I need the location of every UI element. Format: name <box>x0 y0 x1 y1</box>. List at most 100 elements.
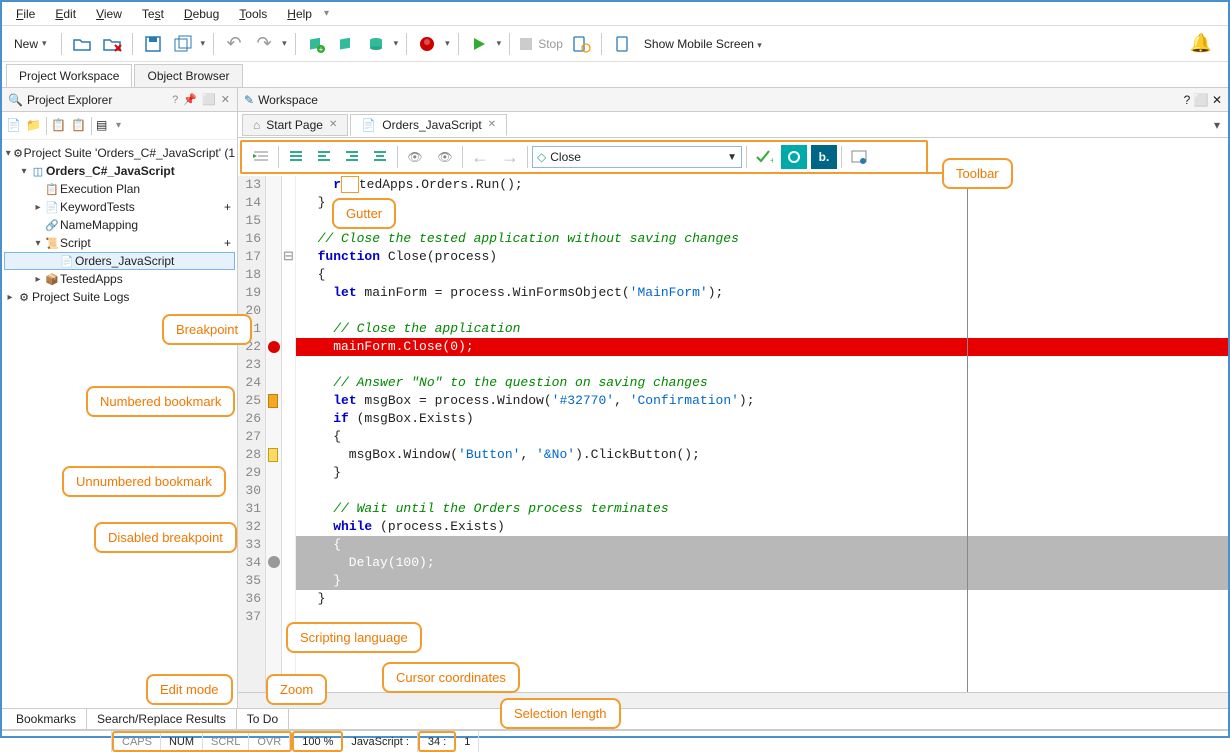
tab-start-page[interactable]: ⌂Start Page✕ <box>242 114 348 136</box>
undo-icon[interactable]: ↶ <box>222 32 246 56</box>
status-coord: 34 : <box>418 731 456 752</box>
nav-back-icon[interactable]: ← <box>467 145 493 169</box>
play-icon[interactable] <box>467 32 491 56</box>
close-folder-icon[interactable] <box>100 32 124 56</box>
tree-suite[interactable]: ▾⚙Project Suite 'Orders_C#_JavaScript' (… <box>4 144 235 162</box>
redo-icon[interactable]: ↷ <box>252 32 276 56</box>
tree-scriptfile[interactable]: 📄Orders_JavaScript <box>4 252 235 270</box>
add-item-icon[interactable]: 📄 <box>6 118 22 134</box>
open-icon[interactable] <box>70 32 94 56</box>
numbered-bookmark-marker[interactable] <box>268 394 278 408</box>
b-box-icon[interactable]: b. <box>811 145 837 169</box>
phone-icon[interactable] <box>610 32 634 56</box>
explorer-toolbar: 📄 📁 📋 📋 ▤ ▾ <box>2 112 237 140</box>
gear-window-icon[interactable] <box>846 145 872 169</box>
menu-test[interactable]: Test <box>134 5 172 23</box>
status-scrl: SCRL <box>203 733 249 750</box>
bell-icon[interactable]: 🔔 <box>1190 33 1222 54</box>
nav-fwd-icon[interactable]: → <box>497 145 523 169</box>
workspace-area: ✎ Workspace ? ⬜ ✕ ⌂Start Page✕ 📄Orders_J… <box>238 88 1228 708</box>
status-lang: JavaScript : <box>343 731 417 752</box>
expand-icon[interactable]: ▤ <box>96 118 112 134</box>
align1-icon[interactable] <box>283 145 309 169</box>
view-show-icon[interactable]: 👁 <box>432 145 458 169</box>
editor-toolbar: 👁 👁 ← → ◇ Close ▼ + b. <box>240 140 928 174</box>
new-button[interactable]: New▾ <box>8 35 53 53</box>
indent-icon[interactable] <box>248 145 274 169</box>
tab-project-workspace[interactable]: Project Workspace <box>6 64 132 87</box>
tree-namemap[interactable]: 🔗NameMapping <box>4 216 235 234</box>
callout-unnumbered-bookmark: Unnumbered bookmark <box>62 466 226 497</box>
tab-bookmarks[interactable]: Bookmarks <box>6 709 87 729</box>
menu-view[interactable]: View <box>88 5 130 23</box>
callout-sellen: Selection length <box>500 698 621 729</box>
align2-icon[interactable] <box>311 145 337 169</box>
mobile-screen-label[interactable]: Show Mobile Screen ▾ <box>640 37 766 51</box>
menu-debug[interactable]: Debug <box>176 5 227 23</box>
cube-target-icon[interactable] <box>334 32 358 56</box>
callout-breakpoint: Breakpoint <box>162 314 252 345</box>
magnifier-icon: 🔍 <box>8 93 23 107</box>
line-numbers: 1314151617181920212223242526272829303132… <box>238 176 266 692</box>
check-add-icon[interactable]: + <box>751 145 777 169</box>
unnumbered-bookmark-marker[interactable] <box>268 448 278 462</box>
menu-help[interactable]: Help <box>279 5 320 23</box>
statusbar: CAPS NUM SCRL OVR 100 % JavaScript : 34 … <box>2 730 1228 752</box>
ws-controls[interactable]: ? ⬜ ✕ <box>1184 93 1222 107</box>
tree-logs[interactable]: ▸⚙Project Suite Logs <box>4 288 235 306</box>
gutter[interactable] <box>266 176 282 692</box>
menu-edit[interactable]: Edit <box>47 5 84 23</box>
workspace-tabstrip: Project Workspace Object Browser <box>2 62 1228 88</box>
copy-icon[interactable]: 📋 <box>51 118 67 134</box>
paste-icon[interactable]: 📋 <box>71 118 87 134</box>
breakpoint-marker[interactable] <box>268 341 280 353</box>
db-icon[interactable] <box>364 32 388 56</box>
align3-icon[interactable] <box>339 145 365 169</box>
add-folder-icon[interactable]: 📁 <box>26 118 42 134</box>
tree-keyword[interactable]: ▸📄KeywordTests+ <box>4 198 235 216</box>
menu-file[interactable]: File <box>8 5 43 23</box>
mobile-target-icon[interactable] <box>569 32 593 56</box>
callout-zoom: Zoom <box>266 674 327 705</box>
tree-exec[interactable]: 📋Execution Plan <box>4 180 235 198</box>
tree-script[interactable]: ▾📜Script+ <box>4 234 235 252</box>
view-hide-icon[interactable]: 👁 <box>402 145 428 169</box>
panel-controls[interactable]: ? 📌 ⬜ ✕ <box>172 93 231 106</box>
status-zoom[interactable]: 100 % <box>292 731 343 752</box>
disabled-breakpoint-marker[interactable] <box>268 556 280 568</box>
workspace-title: Workspace <box>258 93 318 107</box>
main-toolbar: New▾ ▾ ↶ ↷ ▾ + ▾ ▾ ▾ Stop Show Mobile Sc… <box>2 26 1228 62</box>
edit-icon: ✎ <box>244 93 254 107</box>
stop-button[interactable]: Stop <box>518 36 563 52</box>
tree-tested[interactable]: ▸📦TestedApps <box>4 270 235 288</box>
menubar: File Edit View Test Debug Tools Help ▾ <box>2 2 1228 26</box>
status-caps: CAPS <box>114 733 161 750</box>
code-lines[interactable]: r tedApps.Orders.Run(); } // Close the t… <box>296 176 1228 692</box>
record-icon[interactable] <box>415 32 439 56</box>
callout-coords: Cursor coordinates <box>382 662 520 693</box>
menu-tools[interactable]: Tools <box>231 5 275 23</box>
teal-circle-icon[interactable] <box>781 145 807 169</box>
callout-numbered-bookmark: Numbered bookmark <box>86 386 235 417</box>
editor-tabstrip: ⌂Start Page✕ 📄Orders_JavaScript✕ ▾ <box>238 112 1228 138</box>
callout-gutter: Gutter <box>332 198 396 229</box>
tab-dropdown-icon[interactable]: ▾ <box>1206 118 1228 132</box>
svg-text:+: + <box>770 156 773 165</box>
code-editor[interactable]: 1314151617181920212223242526272829303132… <box>238 176 1228 692</box>
function-combo[interactable]: ◇ Close ▼ <box>532 146 742 168</box>
horizontal-scrollbar[interactable] <box>238 692 1228 708</box>
tree-project[interactable]: ▾◫Orders_C#_JavaScript <box>4 162 235 180</box>
save-icon[interactable] <box>141 32 165 56</box>
callout-edit-mode: Edit mode <box>146 674 233 705</box>
align4-icon[interactable] <box>367 145 393 169</box>
callout-toolbar: Toolbar <box>942 158 1013 189</box>
status-num: NUM <box>161 733 203 750</box>
cube-add-icon[interactable]: + <box>304 32 328 56</box>
tab-todo[interactable]: To Do <box>237 709 289 729</box>
status-sel: 1 <box>456 731 479 752</box>
tab-search-replace[interactable]: Search/Replace Results <box>87 709 237 729</box>
tab-object-browser[interactable]: Object Browser <box>134 64 242 87</box>
fold-column[interactable]: ⊟ <box>282 176 296 692</box>
saveall-icon[interactable] <box>171 32 195 56</box>
tab-orders-js[interactable]: 📄Orders_JavaScript✕ <box>350 114 507 136</box>
